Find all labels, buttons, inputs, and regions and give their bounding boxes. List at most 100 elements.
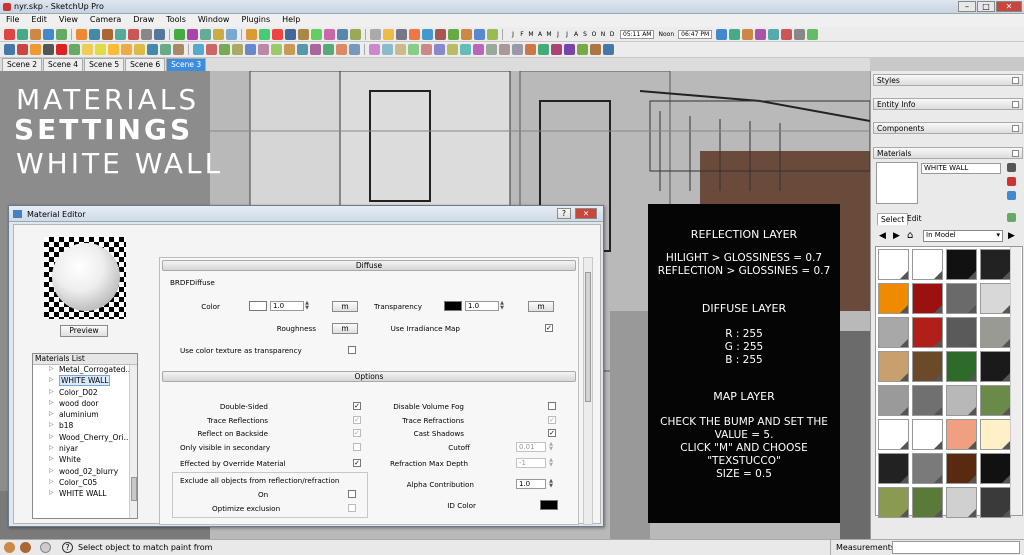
refraction-depth-input[interactable]: -1: [516, 458, 546, 468]
outer-shell-icon[interactable]: [258, 44, 269, 55]
spot-light-icon[interactable]: [108, 44, 119, 55]
refraction-depth-spinner[interactable]: ▲ ▼: [548, 458, 554, 468]
photo-texture-icon[interactable]: [349, 44, 360, 55]
tab-scene-3[interactable]: Scene 3: [166, 58, 207, 71]
from-contours-icon[interactable]: [577, 44, 588, 55]
material-swatch[interactable]: [878, 487, 909, 518]
list-item[interactable]: Color_D02: [33, 388, 137, 399]
list-item-selected[interactable]: WHITE WALL: [33, 375, 137, 387]
smoove-icon[interactable]: [538, 44, 549, 55]
trace-reflections-checkbox[interactable]: ✓: [353, 416, 361, 424]
move-tool-icon[interactable]: [115, 28, 126, 40]
list-item[interactable]: WHITE WALL: [33, 489, 137, 500]
material-swatch[interactable]: [946, 385, 977, 416]
weld-icon[interactable]: [408, 44, 419, 55]
rotate-tool-icon[interactable]: [128, 28, 139, 40]
menu-tools[interactable]: Tools: [160, 14, 192, 27]
subtract-icon[interactable]: [284, 44, 295, 55]
material-swatch[interactable]: [878, 283, 909, 314]
warehouse-icon[interactable]: [435, 28, 446, 40]
color-swatch[interactable]: [249, 301, 267, 311]
display-secondary-icon[interactable]: [1007, 163, 1016, 172]
ies-light-icon[interactable]: [121, 44, 132, 55]
menu-view[interactable]: View: [53, 14, 84, 27]
material-swatch[interactable]: [878, 453, 909, 484]
material-editor-titlebar[interactable]: Material Editor ? ✕: [9, 206, 603, 222]
collection-select[interactable]: In Model ▾: [923, 230, 1003, 242]
sample-paint-icon[interactable]: [1007, 191, 1016, 200]
vray-options-icon[interactable]: [30, 44, 41, 55]
make-component-icon[interactable]: [193, 44, 204, 55]
preview-button[interactable]: Preview: [60, 325, 108, 337]
material-swatch[interactable]: [878, 249, 909, 280]
next-view-icon[interactable]: [311, 28, 322, 40]
3d-text-icon[interactable]: [226, 28, 237, 40]
text-tool-icon[interactable]: [200, 28, 211, 40]
list-item[interactable]: White: [33, 455, 137, 466]
help-button[interactable]: ?: [557, 208, 571, 219]
materials-list-scrollbar[interactable]: [129, 365, 137, 518]
sphere-light-icon[interactable]: [147, 44, 158, 55]
components-panel-header[interactable]: Components: [873, 122, 1023, 134]
material-swatch[interactable]: [980, 453, 1011, 484]
dimension-tool-icon[interactable]: [187, 28, 198, 40]
tab-edit[interactable]: Edit: [904, 213, 925, 224]
orbit-tool-icon[interactable]: [246, 28, 257, 40]
wireframe-icon[interactable]: [807, 28, 819, 40]
eraser-tool-icon[interactable]: [17, 28, 28, 40]
explode-icon[interactable]: [219, 44, 230, 55]
left-view-icon[interactable]: [781, 28, 793, 40]
iso-view-icon[interactable]: [716, 28, 728, 40]
menu-help[interactable]: Help: [276, 14, 306, 27]
arc-tool-icon[interactable]: [56, 28, 67, 40]
joint-push-pull-icon[interactable]: [382, 44, 393, 55]
material-swatch[interactable]: [980, 283, 1011, 314]
materials-panel-header[interactable]: Materials: [873, 147, 1023, 159]
right-view-icon[interactable]: [755, 28, 767, 40]
optimize-exclusion-checkbox[interactable]: [348, 504, 356, 512]
material-swatch[interactable]: [980, 249, 1011, 280]
cutoff-input[interactable]: 0.01: [516, 442, 546, 452]
front-view-icon[interactable]: [742, 28, 754, 40]
line-tool-icon[interactable]: [43, 28, 54, 40]
follow-me-icon[interactable]: [232, 44, 243, 55]
zoom-tool-icon[interactable]: [272, 28, 283, 40]
menu-edit[interactable]: Edit: [25, 14, 53, 27]
material-swatch[interactable]: [912, 317, 943, 348]
transparency-map-button[interactable]: m: [528, 301, 554, 312]
material-swatch[interactable]: [946, 487, 977, 518]
extrude-icon[interactable]: [447, 44, 458, 55]
menu-draw[interactable]: Draw: [127, 14, 160, 27]
reflect-backside-checkbox[interactable]: ✓: [353, 429, 361, 437]
list-item[interactable]: Color_C05: [33, 478, 137, 489]
curviloft-icon[interactable]: [460, 44, 471, 55]
trace-refractions-checkbox[interactable]: ✓: [548, 416, 556, 424]
material-swatch[interactable]: [912, 453, 943, 484]
material-swatch[interactable]: [878, 419, 909, 450]
pan-tool-icon[interactable]: [259, 28, 270, 40]
settings-scrollbar[interactable]: [583, 257, 593, 525]
material-swatch[interactable]: [946, 317, 977, 348]
select-tool-icon[interactable]: [4, 28, 15, 40]
rectangle-tool-icon[interactable]: [76, 28, 87, 40]
back-arrow-icon[interactable]: ◀: [879, 231, 886, 241]
intersect-icon[interactable]: [245, 44, 256, 55]
vray-rt-icon[interactable]: [17, 44, 28, 55]
rectangle-light-icon[interactable]: [95, 44, 106, 55]
dialog-close-button[interactable]: ✕: [575, 208, 597, 219]
texture-transparency-checkbox[interactable]: [348, 346, 356, 354]
google-earth-icon[interactable]: [422, 28, 433, 40]
axes-tool-icon[interactable]: [213, 28, 224, 40]
shadows-icon[interactable]: [383, 28, 394, 40]
material-swatch[interactable]: [980, 317, 1011, 348]
eyedropper-icon[interactable]: [1007, 213, 1016, 222]
add-detail-icon[interactable]: [564, 44, 575, 55]
material-swatch[interactable]: [912, 487, 943, 518]
material-swatch[interactable]: [912, 249, 943, 280]
zoom-extents-icon[interactable]: [285, 28, 296, 40]
override-material-checkbox[interactable]: ✓: [353, 459, 361, 467]
credits-icon[interactable]: [20, 542, 31, 553]
forward-arrow-icon[interactable]: ▶: [893, 231, 900, 241]
home-icon[interactable]: ⌂: [907, 230, 913, 241]
options-section-header[interactable]: Options: [162, 371, 576, 382]
